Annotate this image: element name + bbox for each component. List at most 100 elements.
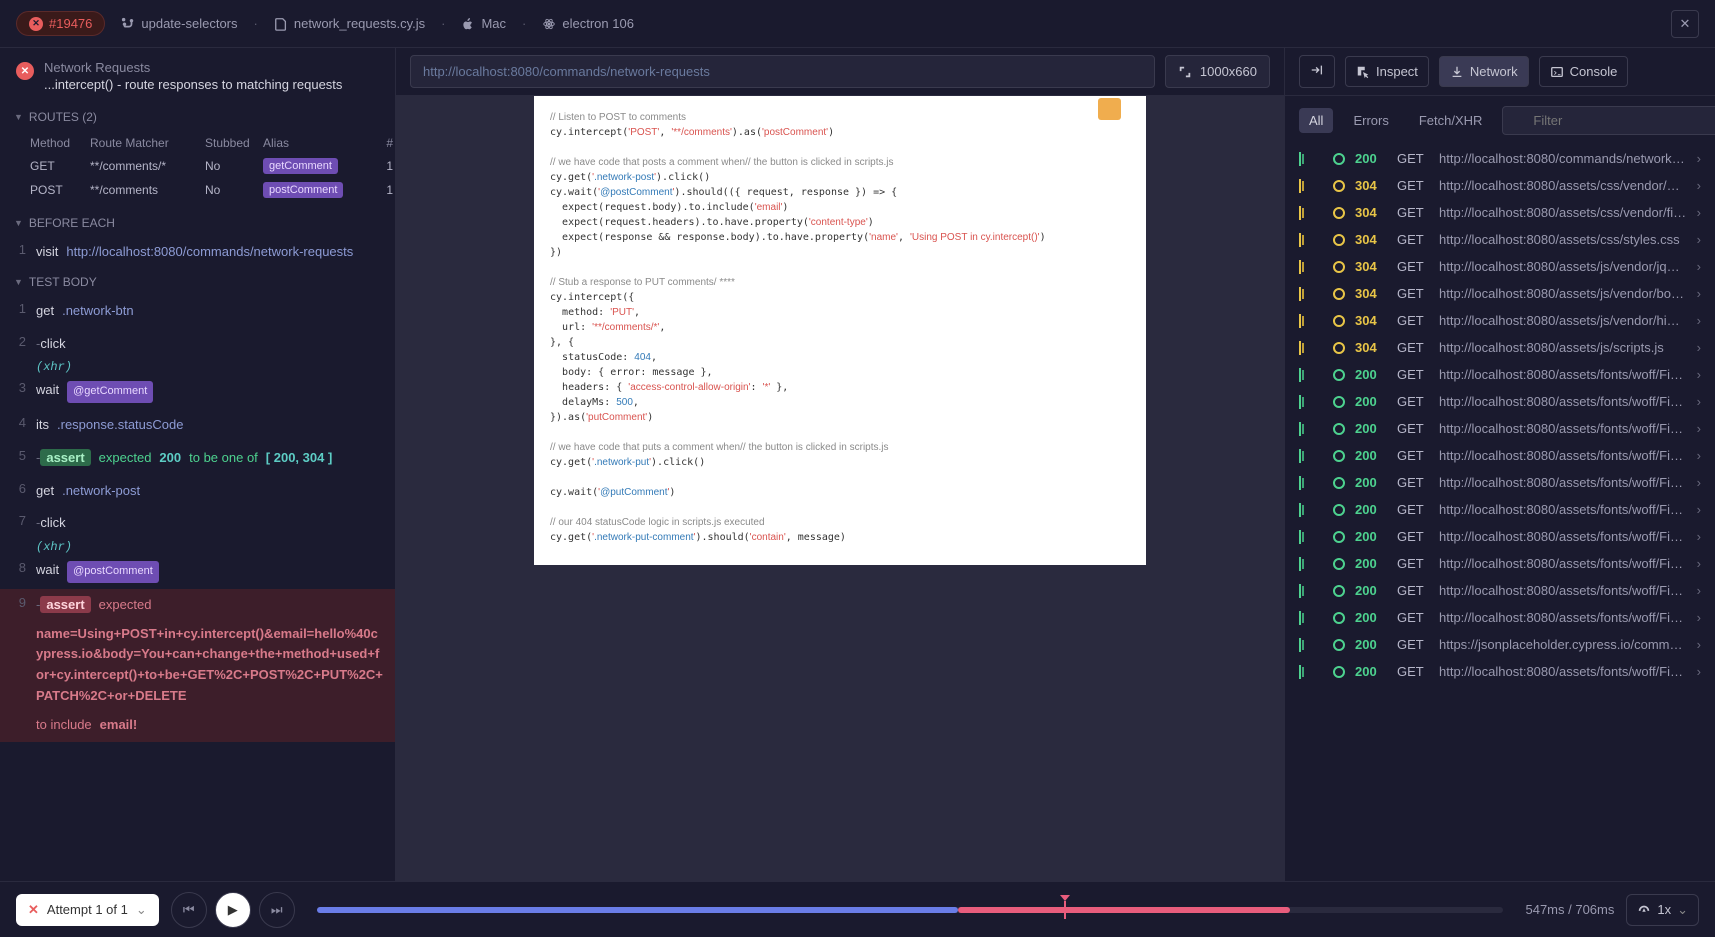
network-row[interactable]: 200GEThttp://localhost:8080/assets/fonts… xyxy=(1285,469,1715,496)
network-row[interactable]: 304GEThttp://localhost:8080/assets/js/ve… xyxy=(1285,280,1715,307)
network-row[interactable]: 304GEThttp://localhost:8080/assets/css/v… xyxy=(1285,172,1715,199)
routes-section-header[interactable]: ▼ ROUTES (2) xyxy=(0,104,395,130)
network-row[interactable]: 200GEThttp://localhost:8080/assets/fonts… xyxy=(1285,604,1715,631)
before-each-header[interactable]: ▼ BEFORE EACH xyxy=(0,210,395,236)
file-icon xyxy=(274,17,288,31)
timeline[interactable] xyxy=(317,907,1504,913)
status-code: 200 xyxy=(1355,394,1387,409)
issue-badge[interactable]: ✕ #19476 xyxy=(16,11,105,36)
breadcrumb-browser: electron 106 xyxy=(542,16,634,31)
filter-errors[interactable]: Errors xyxy=(1343,108,1398,133)
network-tab[interactable]: Network xyxy=(1439,56,1529,87)
network-row[interactable]: 304GEThttp://localhost:8080/assets/js/ve… xyxy=(1285,253,1715,280)
status-icon xyxy=(1333,153,1345,165)
step-back-button[interactable]: ⏮ xyxy=(171,892,207,928)
step-forward-button[interactable]: ⏭ xyxy=(259,892,295,928)
request-url: http://localhost:8080/assets/fonts/woff/… xyxy=(1439,421,1687,436)
request-url: http://localhost:8080/assets/fonts/woff/… xyxy=(1439,529,1687,544)
network-row[interactable]: 200GEThttp://localhost:8080/assets/fonts… xyxy=(1285,550,1715,577)
viewport-button[interactable]: 1000x660 xyxy=(1165,55,1270,88)
http-method: GET xyxy=(1397,502,1429,517)
chevron-right-icon: › xyxy=(1697,610,1701,625)
timing-bar xyxy=(1299,206,1323,220)
http-method: GET xyxy=(1397,151,1429,166)
timeline-marker[interactable] xyxy=(1064,901,1066,919)
chevron-right-icon: › xyxy=(1697,637,1701,652)
network-row[interactable]: 200GEThttp://localhost:8080/assets/fonts… xyxy=(1285,658,1715,685)
status-icon xyxy=(1333,612,1345,624)
issue-id: #19476 xyxy=(49,16,92,31)
status-code: 200 xyxy=(1355,556,1387,571)
xhr-indicator: (xhr) xyxy=(0,540,395,554)
aut-toolbar: 1000x660 xyxy=(396,48,1284,96)
chevron-right-icon: › xyxy=(1697,259,1701,274)
http-method: GET xyxy=(1397,313,1429,328)
network-row[interactable]: 304GEThttp://localhost:8080/assets/css/v… xyxy=(1285,199,1715,226)
chevron-right-icon: › xyxy=(1697,583,1701,598)
chevron-right-icon: › xyxy=(1697,313,1701,328)
network-row[interactable]: 200GEThttp://localhost:8080/commands/net… xyxy=(1285,145,1715,172)
command-row[interactable]: 7-click xyxy=(0,507,395,540)
command-row[interactable]: 3wait @getComment xyxy=(0,374,395,409)
request-url: http://localhost:8080/commands/network-r… xyxy=(1439,151,1687,166)
play-icon: ▶ xyxy=(228,902,238,918)
inspect-button[interactable]: Inspect xyxy=(1345,56,1429,87)
http-method: GET xyxy=(1397,448,1429,463)
network-row[interactable]: 304GEThttp://localhost:8080/assets/js/ve… xyxy=(1285,307,1715,334)
command-row[interactable]: 5-assert expected 200 to be one of [ 200… xyxy=(0,442,395,475)
status-code: 200 xyxy=(1355,529,1387,544)
network-row[interactable]: 200GEThttp://localhost:8080/assets/fonts… xyxy=(1285,496,1715,523)
command-log-panel: ✕ Network Requests ...intercept() - rout… xyxy=(0,48,396,881)
play-button[interactable]: ▶ xyxy=(215,892,251,928)
timing-bar xyxy=(1299,368,1323,382)
chevron-right-icon: › xyxy=(1697,529,1701,544)
timing-bar xyxy=(1299,665,1323,679)
network-row[interactable]: 200GEThttp://localhost:8080/assets/fonts… xyxy=(1285,577,1715,604)
status-code: 200 xyxy=(1355,637,1387,652)
filter-all[interactable]: All xyxy=(1299,108,1333,133)
close-button[interactable]: ✕ xyxy=(1671,10,1699,38)
http-method: GET xyxy=(1397,637,1429,652)
panel-toggle-button[interactable] xyxy=(1299,55,1335,88)
status-code: 304 xyxy=(1355,313,1387,328)
command-row[interactable]: 1get .network-btn xyxy=(0,295,395,328)
status-code: 304 xyxy=(1355,205,1387,220)
network-row[interactable]: 200GEThttp://localhost:8080/assets/fonts… xyxy=(1285,415,1715,442)
network-row[interactable]: 200GEThttp://localhost:8080/assets/fonts… xyxy=(1285,523,1715,550)
attempt-selector[interactable]: ✕ Attempt 1 of 1 ⌄ xyxy=(16,894,159,926)
fail-icon: ✕ xyxy=(28,902,39,918)
network-row[interactable]: 200GEThttps://jsonplaceholder.cypress.io… xyxy=(1285,631,1715,658)
command-row[interactable]: 8wait @postComment xyxy=(0,554,395,589)
apple-icon xyxy=(461,17,475,31)
url-input[interactable] xyxy=(410,55,1155,88)
gauge-icon xyxy=(1637,903,1651,917)
network-row[interactable]: 200GEThttp://localhost:8080/assets/fonts… xyxy=(1285,361,1715,388)
status-code: 304 xyxy=(1355,232,1387,247)
chevron-down-icon: ▼ xyxy=(14,218,23,228)
aut-iframe[interactable]: // Listen to POST to comments cy.interce… xyxy=(534,96,1146,565)
test-title: Network Requests xyxy=(44,60,342,75)
command-row[interactable]: 4its .response.statusCode xyxy=(0,409,395,442)
routes-row[interactable]: GET**/comments/*NogetComment1 xyxy=(0,154,395,178)
filter-fetch[interactable]: Fetch/XHR xyxy=(1409,108,1493,133)
close-icon: ✕ xyxy=(1680,16,1691,32)
step-forward-icon: ⏭ xyxy=(271,902,283,918)
chevron-down-icon: ⌄ xyxy=(1677,902,1688,918)
chevron-right-icon: › xyxy=(1697,394,1701,409)
routes-row[interactable]: POST**/commentsNopostComment1 xyxy=(0,178,395,202)
command-row[interactable]: 9-assert expected name=Using+POST+in+cy.… xyxy=(0,589,395,742)
command-row[interactable]: 2-click xyxy=(0,328,395,361)
speed-selector[interactable]: 1x ⌄ xyxy=(1626,894,1699,926)
network-row[interactable]: 200GEThttp://localhost:8080/assets/fonts… xyxy=(1285,388,1715,415)
command-row[interactable]: 1 visit http://localhost:8080/commands/n… xyxy=(0,236,395,269)
network-row[interactable]: 304GEThttp://localhost:8080/assets/js/sc… xyxy=(1285,334,1715,361)
filter-input[interactable] xyxy=(1502,106,1715,135)
breadcrumb-spec[interactable]: network_requests.cy.js xyxy=(274,16,425,31)
aut-preview: // Listen to POST to comments cy.interce… xyxy=(396,96,1284,881)
command-row[interactable]: 6get .network-post xyxy=(0,475,395,508)
breadcrumb-branch[interactable]: update-selectors xyxy=(121,16,237,31)
network-row[interactable]: 304GEThttp://localhost:8080/assets/css/s… xyxy=(1285,226,1715,253)
console-tab[interactable]: Console xyxy=(1539,56,1629,87)
test-body-header[interactable]: ▼ TEST BODY xyxy=(0,269,395,295)
network-row[interactable]: 200GEThttp://localhost:8080/assets/fonts… xyxy=(1285,442,1715,469)
